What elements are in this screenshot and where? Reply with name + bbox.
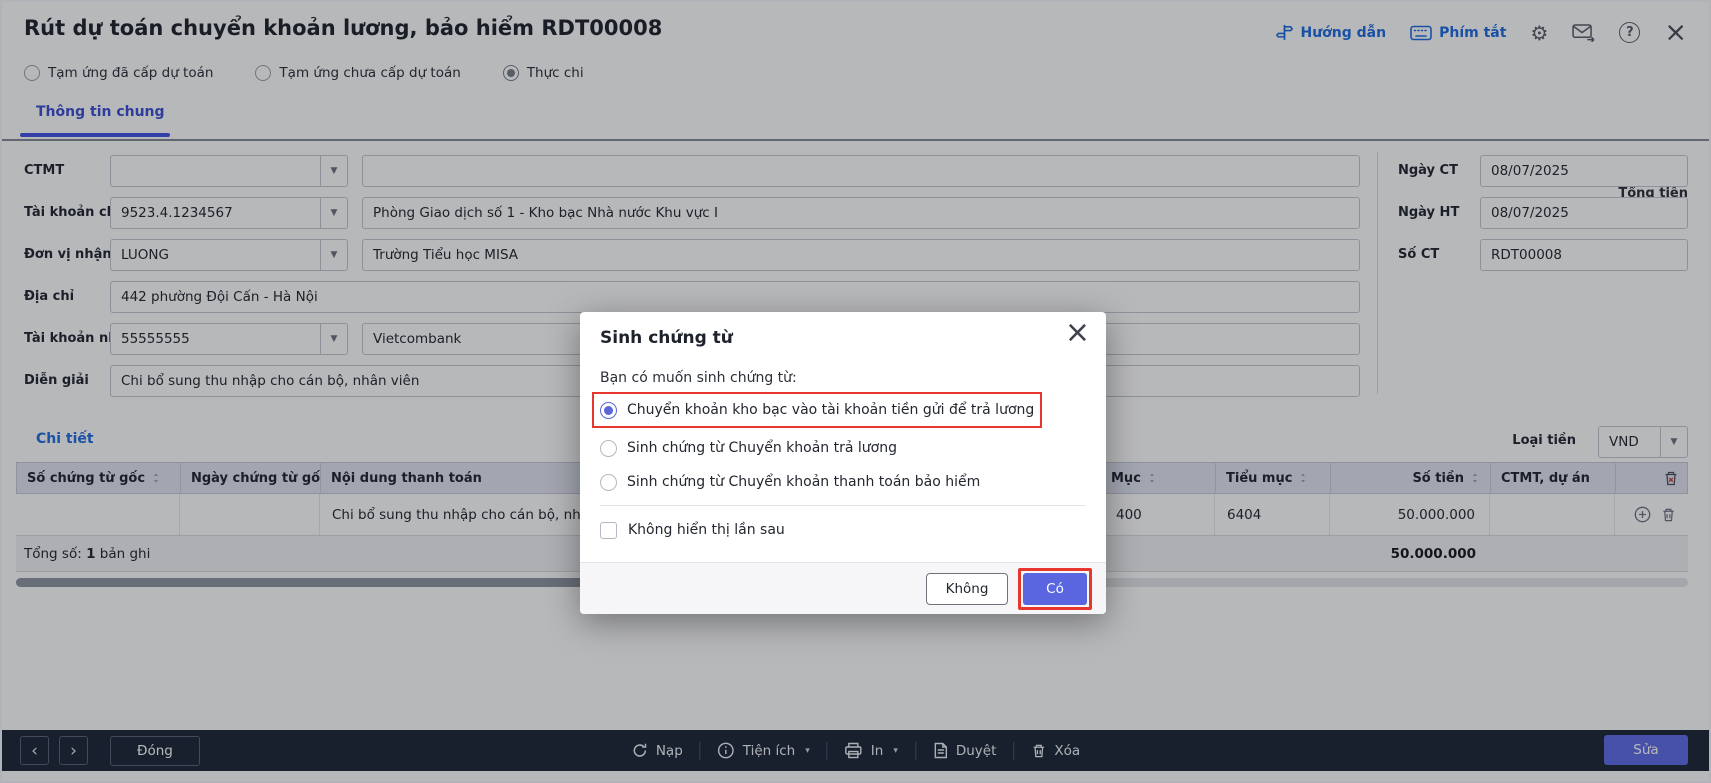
- no-button[interactable]: Không: [926, 573, 1008, 605]
- dialog-footer: Không Có: [580, 562, 1106, 614]
- dialog-close-icon[interactable]: ×: [1065, 318, 1090, 348]
- option-thanh-toan-bao-hiem[interactable]: Sinh chứng từ Chuyển khoản thanh toán bả…: [600, 467, 980, 497]
- option-chuyen-khoan-tra-luong[interactable]: Sinh chứng từ Chuyển khoản trả lương: [600, 433, 897, 463]
- dialog-title: Sinh chứng từ: [600, 328, 733, 348]
- sinh-chung-tu-dialog: Sinh chứng từ × Bạn có muốn sinh chứng t…: [580, 312, 1106, 614]
- yes-button[interactable]: Có: [1023, 573, 1087, 605]
- option-chuyen-khoan-kho-bac[interactable]: Chuyển khoản kho bạc vào tài khoản tiền …: [600, 395, 1034, 425]
- dialog-question: Bạn có muốn sinh chứng từ:: [600, 370, 797, 386]
- annotation-highlight-box: Có: [1018, 568, 1092, 610]
- checkbox-icon: [600, 522, 617, 539]
- radio-circle-icon: [600, 474, 617, 491]
- radio-selected-icon: [600, 402, 617, 419]
- dialog-divider: [600, 505, 1086, 506]
- radio-circle-icon: [600, 440, 617, 457]
- dont-show-again-checkbox[interactable]: Không hiển thị lần sau: [600, 519, 785, 541]
